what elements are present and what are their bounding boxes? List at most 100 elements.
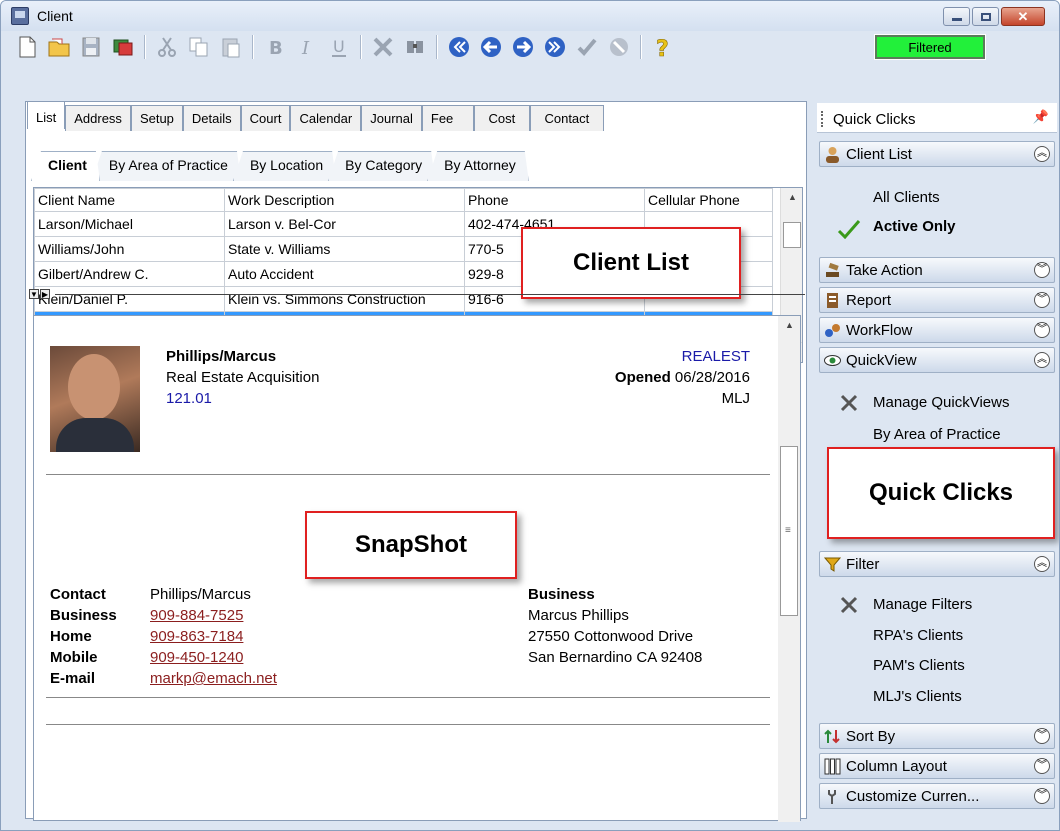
scroll-up-icon[interactable]: ▲ <box>785 320 794 330</box>
maximize-button[interactable] <box>972 7 999 26</box>
section-label: Column Layout <box>846 758 947 775</box>
quick-clicks-title: Quick Clicks <box>833 111 916 128</box>
tab-address[interactable]: Address <box>65 105 131 131</box>
subtab-client[interactable]: Client <box>31 151 100 181</box>
svg-text:I: I <box>301 38 310 59</box>
column-header[interactable]: Client Name <box>34 188 225 212</box>
person-icon <box>826 147 839 163</box>
filter-rpa-link[interactable]: RPA's Clients <box>873 627 963 644</box>
minimize-button[interactable] <box>943 7 970 26</box>
section-column-layout[interactable]: Column Layout ︾ <box>819 753 1055 779</box>
chevron-down-icon[interactable]: ︾ <box>1034 728 1050 744</box>
new-document-icon[interactable] <box>13 33 41 61</box>
section-quickview[interactable]: QuickView ︽ <box>819 347 1055 373</box>
chevron-down-icon[interactable]: ︾ <box>1034 788 1050 804</box>
all-clients-link[interactable]: All Clients <box>873 189 940 206</box>
divider <box>46 474 770 475</box>
pane-splitter[interactable]: ▼ ▶ <box>29 288 805 300</box>
section-workflow[interactable]: WorkFlow ︾ <box>819 317 1055 343</box>
tab-journal[interactable]: Journal <box>361 105 422 131</box>
collapse-down-icon[interactable]: ▼ <box>29 289 39 299</box>
section-take-action[interactable]: Take Action ︾ <box>819 257 1055 283</box>
snapshot-name: Phillips/Marcus <box>166 348 277 365</box>
subtab-location[interactable]: By Location <box>233 151 336 181</box>
help-icon[interactable]: ? <box>649 33 677 61</box>
tab-fee[interactable]: Fee <box>421 105 474 131</box>
cut-icon[interactable] <box>153 33 181 61</box>
chevron-up-icon[interactable]: ︽ <box>1034 556 1050 572</box>
home-phone-link[interactable]: 909-863-7184 <box>150 628 243 645</box>
section-sort-by[interactable]: Sort By ︾ <box>819 723 1055 749</box>
chevron-down-icon[interactable]: ︾ <box>1034 262 1050 278</box>
previous-record-icon[interactable] <box>477 33 505 61</box>
bold-icon[interactable]: B <box>261 33 289 61</box>
checkmark-icon <box>837 220 861 239</box>
chevron-down-icon[interactable]: ︾ <box>1034 322 1050 338</box>
tab-details[interactable]: Details <box>182 105 241 131</box>
column-header[interactable]: Phone <box>464 188 645 212</box>
collapse-right-icon[interactable]: ▶ <box>40 289 50 299</box>
tab-setup[interactable]: Setup <box>130 105 183 131</box>
filtered-indicator: Filtered <box>874 34 986 60</box>
scroll-thumb[interactable] <box>783 222 801 248</box>
manage-quickviews-link[interactable]: Manage QuickViews <box>873 394 1009 411</box>
column-header[interactable]: Cellular Phone <box>644 188 773 212</box>
section-label: Sort By <box>846 728 896 745</box>
quickview-area-of-practice-link[interactable]: By Area of Practice <box>873 426 1001 443</box>
chevron-up-icon[interactable]: ︽ <box>1034 352 1050 368</box>
subtab-category[interactable]: By Category <box>328 151 435 181</box>
italic-icon[interactable]: I <box>293 33 321 61</box>
section-filter[interactable]: Filter ︽ <box>819 551 1055 577</box>
open-folder-icon[interactable] <box>45 33 73 61</box>
chevron-up-icon[interactable]: ︽ <box>1034 146 1050 162</box>
divider <box>46 697 770 698</box>
tab-court[interactable]: Court <box>240 105 291 131</box>
next-record-icon[interactable] <box>509 33 537 61</box>
filter-pam-link[interactable]: PAM's Clients <box>873 657 965 674</box>
cancel-icon[interactable] <box>605 33 633 61</box>
save-icon[interactable] <box>77 33 105 61</box>
subtab-area-of-practice[interactable]: By Area of Practice <box>92 151 241 181</box>
client-photo <box>50 346 140 452</box>
section-customize[interactable]: Customize Curren... ︾ <box>819 783 1055 809</box>
active-only-link[interactable]: Active Only <box>873 218 956 235</box>
scroll-thumb[interactable]: ≡ <box>780 446 798 616</box>
toolbar-separator <box>640 35 642 59</box>
mobile-phone-link[interactable]: 909-450-1240 <box>150 649 243 666</box>
pin-icon[interactable]: 📌 <box>1033 109 1049 125</box>
section-label: Report <box>846 292 892 309</box>
report-icon <box>827 293 838 308</box>
section-report[interactable]: Report ︾ <box>819 287 1055 313</box>
tools-icon <box>840 394 858 412</box>
subtab-attorney[interactable]: By Attorney <box>427 151 529 181</box>
last-record-icon[interactable] <box>541 33 569 61</box>
notes-icon[interactable] <box>109 33 137 61</box>
first-record-icon[interactable] <box>445 33 473 61</box>
filter-mlj-link[interactable]: MLJ's Clients <box>873 688 962 705</box>
business-phone-link[interactable]: 909-884-7525 <box>150 607 243 624</box>
copy-icon[interactable] <box>185 33 213 61</box>
tab-contact[interactable]: Contact <box>529 105 604 131</box>
address-name: Marcus Phillips <box>528 607 629 624</box>
close-button[interactable]: ✕ <box>1001 7 1045 26</box>
tab-calendar[interactable]: Calendar <box>290 105 362 131</box>
column-header[interactable]: Work Description <box>224 188 465 212</box>
delete-icon[interactable] <box>369 33 397 61</box>
underline-icon[interactable]: U <box>325 33 353 61</box>
snapshot-attorney: MLJ <box>721 390 750 407</box>
toolbar-separator <box>436 35 438 59</box>
email-link[interactable]: markp@emach.net <box>150 670 277 687</box>
find-icon[interactable] <box>401 33 429 61</box>
main-tabs: List Address Setup Details Court Calenda… <box>27 101 604 131</box>
tab-cost[interactable]: Cost <box>473 105 530 131</box>
svg-text:?: ? <box>656 37 669 59</box>
section-client-list[interactable]: Client List ︽ <box>819 141 1055 167</box>
chevron-down-icon[interactable]: ︾ <box>1034 758 1050 774</box>
paste-icon[interactable] <box>217 33 245 61</box>
snapshot-scrollbar[interactable]: ▲ ≡ <box>778 316 800 822</box>
accept-icon[interactable] <box>573 33 601 61</box>
tab-list[interactable]: List <box>27 101 66 129</box>
scroll-up-icon[interactable]: ▲ <box>788 192 797 202</box>
chevron-down-icon[interactable]: ︾ <box>1034 292 1050 308</box>
manage-filters-link[interactable]: Manage Filters <box>873 596 972 613</box>
